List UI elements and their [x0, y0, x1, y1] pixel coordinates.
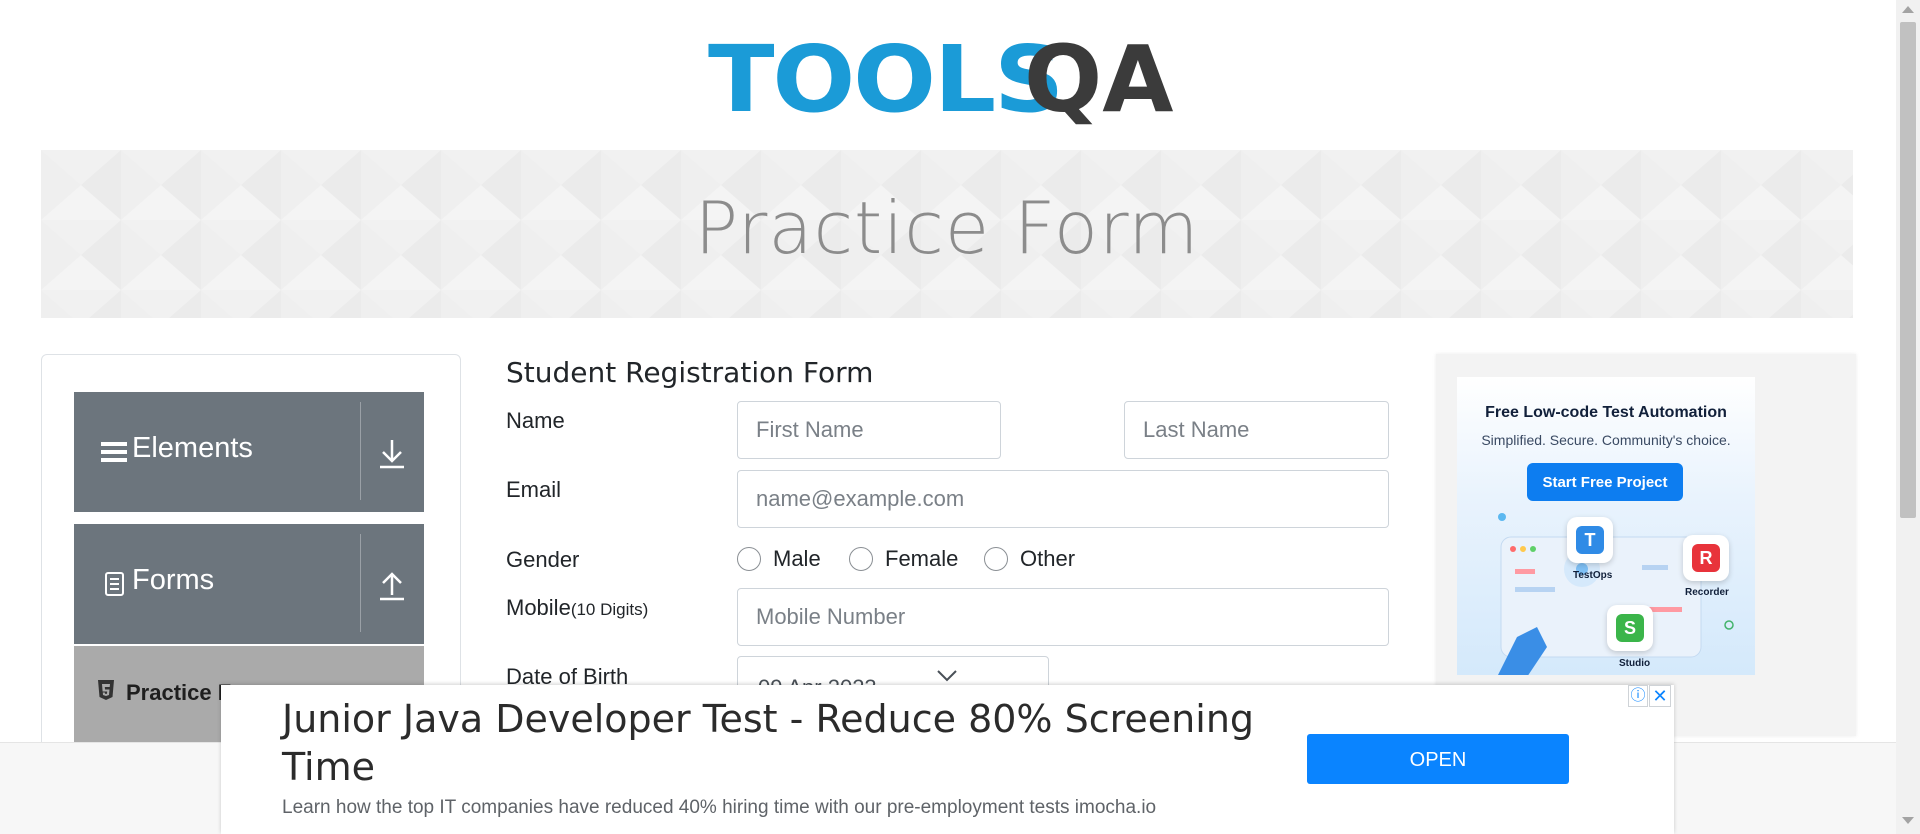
sidebar-group-label: Forms [132, 564, 215, 596]
bottom-advertisement[interactable]: Junior Java Developer Test - Reduce 80% … [221, 685, 1674, 834]
gender-radio-other[interactable]: Other [984, 545, 1075, 573]
radio-label[interactable]: Male [773, 546, 821, 572]
gender-label: Gender [506, 547, 580, 572]
sidebar-group-label: Elements [132, 432, 253, 464]
email-input[interactable] [737, 470, 1389, 528]
divider [360, 402, 361, 500]
toolsqa-logo[interactable]: TOOLS QA [708, 24, 1192, 134]
testops-icon: T [1576, 526, 1604, 554]
tile-label: TestOps [1573, 570, 1613, 581]
vertical-scrollbar[interactable] [1896, 0, 1920, 834]
tile-label: Recorder [1685, 587, 1729, 598]
gender-radio-male[interactable]: Male [737, 545, 821, 573]
name-label: Name [506, 408, 565, 433]
scrollbar-thumb[interactable] [1900, 22, 1916, 518]
mobile-hint: (10 Digits) [570, 600, 649, 619]
chevron-down-icon [937, 670, 957, 682]
logo-qa-text: QA [1024, 26, 1174, 133]
html5-shield-icon [98, 680, 114, 700]
first-name-input[interactable] [737, 401, 1001, 459]
start-free-project-button[interactable]: Start Free Project [1527, 463, 1683, 501]
radio-circle[interactable] [737, 547, 761, 571]
upload-arrow-icon[interactable] [376, 566, 408, 602]
bottom-ad-description[interactable]: Learn how the top IT companies have redu… [282, 797, 1156, 819]
tile-label: Studio [1619, 658, 1651, 669]
side-advertisement[interactable]: Free Low-code Test Automation Simplified… [1457, 377, 1755, 675]
email-label: Email [506, 477, 562, 502]
scroll-up-arrow-icon[interactable] [1902, 6, 1914, 13]
mobile-input[interactable] [737, 588, 1389, 646]
mobile-label: Mobile(10 Digits) [506, 595, 648, 621]
ad-headline: Free Low-code Test Automation [1485, 404, 1727, 421]
mobile-label-text: Mobile [506, 595, 571, 620]
document-icon [105, 572, 124, 596]
recorder-tile: R [1683, 535, 1729, 581]
studio-icon: S [1616, 614, 1644, 642]
radio-circle[interactable] [849, 547, 873, 571]
download-arrow-icon[interactable] [376, 434, 408, 470]
page-title: Practice Form [694, 186, 1200, 270]
gender-radio-female[interactable]: Female [849, 545, 958, 573]
ad-subline: Simplified. Secure. Community's choice. [1481, 432, 1731, 448]
logo-text: TOOLS [708, 26, 1064, 133]
recorder-icon: R [1692, 544, 1720, 572]
divider [360, 534, 361, 632]
radio-circle[interactable] [984, 547, 1008, 571]
open-button[interactable]: OPEN [1307, 734, 1569, 784]
close-icon[interactable]: ✕ [1649, 685, 1671, 707]
scroll-down-arrow-icon[interactable] [1902, 817, 1914, 824]
sidebar-item-label: Practice F [126, 680, 232, 705]
testops-tile: T [1567, 517, 1613, 563]
form-title: Student Registration Form [506, 356, 874, 389]
bottom-ad-headline[interactable]: Junior Java Developer Test - Reduce 80% … [282, 695, 1262, 791]
sidebar-group-elements[interactable]: Elements [74, 392, 424, 512]
studio-tile: S [1607, 605, 1653, 651]
radio-label[interactable]: Female [885, 546, 958, 572]
radio-label[interactable]: Other [1020, 546, 1075, 572]
hamburger-icon [101, 442, 127, 462]
page-banner: Practice Form [41, 150, 1853, 318]
info-icon[interactable]: ⓘ [1628, 685, 1648, 707]
sidebar-group-forms[interactable]: Forms [74, 524, 424, 644]
last-name-input[interactable] [1124, 401, 1389, 459]
